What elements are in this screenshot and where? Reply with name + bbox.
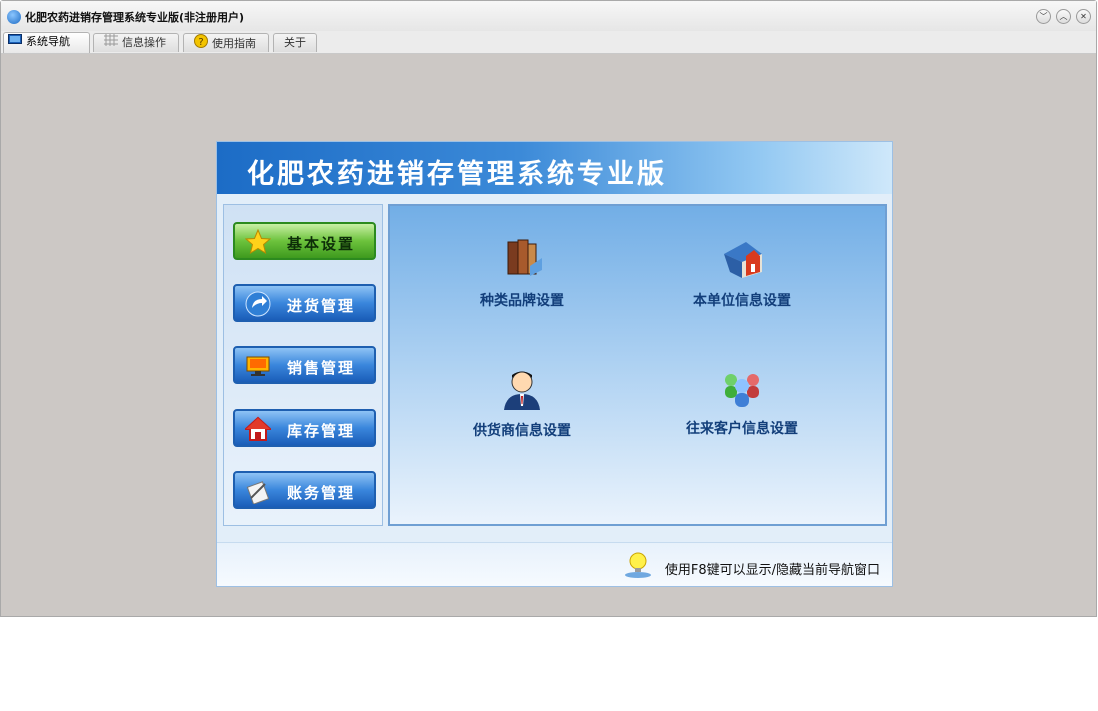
building-icon	[720, 236, 764, 280]
document-icon	[245, 478, 271, 505]
maximize-button[interactable]: ︿	[1056, 9, 1071, 24]
nav-label: 库存管理	[287, 422, 356, 440]
house-icon	[243, 416, 273, 442]
footer-hint: 使用F8键可以显示/隐藏当前导航窗口	[664, 563, 880, 578]
tab-label: 信息操作	[122, 36, 166, 49]
item-label: 种类品牌设置	[480, 293, 564, 309]
person-icon	[500, 366, 544, 410]
tab-bar: 系统导航 信息操作 ? 使用指南 关于	[1, 31, 1096, 54]
minimize-button[interactable]: ﹀	[1036, 9, 1051, 24]
footer-bar: 使用F8键可以显示/隐藏当前导航窗口	[217, 542, 892, 586]
left-nav: 基本设置 进货管理 销售管理 库存管理 账务管理	[223, 204, 383, 526]
close-button[interactable]: ✕	[1076, 9, 1091, 24]
app-icon	[7, 10, 21, 24]
item-category-brand[interactable]: 种类品牌设置	[427, 236, 617, 310]
monitor-icon	[8, 33, 22, 51]
banner-title: 化肥农药进销存管理系统专业版	[247, 159, 667, 190]
nav-label: 进货管理	[287, 297, 356, 315]
item-customer-info[interactable]: 往来客户信息设置	[647, 364, 837, 438]
nav-basic-settings[interactable]: 基本设置	[233, 222, 376, 260]
tab-guide[interactable]: ? 使用指南	[183, 33, 269, 52]
tab-system-nav[interactable]: 系统导航	[3, 32, 90, 53]
tab-label: 使用指南	[212, 37, 256, 50]
item-label: 供货商信息设置	[473, 423, 571, 439]
item-supplier-info[interactable]: 供货商信息设置	[427, 366, 617, 440]
item-label: 本单位信息设置	[693, 293, 791, 309]
grid-icon	[104, 34, 118, 52]
help-icon: ?	[194, 34, 208, 54]
navigation-panel: 化肥农药进销存管理系统专业版 基本设置 进货管理 销售管理 库存管理 账务管理 …	[216, 141, 893, 587]
title-bar: 化肥农药进销存管理系统专业版(非注册用户) ﹀ ︿ ✕	[1, 1, 1096, 32]
content-area: 种类品牌设置 本单位信息设置 供货商信息设置 往来客户信息设置	[388, 204, 887, 526]
monitor-icon	[245, 353, 271, 379]
item-company-info[interactable]: 本单位信息设置	[647, 236, 837, 310]
item-label: 往来客户信息设置	[686, 421, 798, 437]
nav-label: 账务管理	[287, 484, 356, 502]
window-title: 化肥农药进销存管理系统专业版(非注册用户)	[25, 11, 245, 24]
app-window: 化肥农药进销存管理系统专业版(非注册用户) ﹀ ︿ ✕ 系统导航 信息操作 ? …	[0, 0, 1097, 617]
lightbulb-icon	[624, 551, 652, 579]
group-icon	[720, 364, 764, 408]
nav-inventory[interactable]: 库存管理	[233, 409, 376, 447]
nav-accounts[interactable]: 账务管理	[233, 471, 376, 509]
nav-label: 销售管理	[287, 359, 356, 377]
tab-info-ops[interactable]: 信息操作	[93, 33, 179, 52]
star-icon	[244, 228, 272, 255]
tab-about[interactable]: 关于	[273, 33, 317, 52]
nav-purchase[interactable]: 进货管理	[233, 284, 376, 322]
banner: 化肥农药进销存管理系统专业版	[217, 142, 892, 194]
arrow-curve-icon	[245, 291, 271, 317]
books-icon	[500, 236, 544, 280]
nav-label: 基本设置	[287, 235, 356, 253]
tab-label: 关于	[284, 36, 306, 49]
nav-sales[interactable]: 销售管理	[233, 346, 376, 384]
tab-label: 系统导航	[26, 35, 70, 48]
svg-text:?: ?	[198, 37, 203, 48]
